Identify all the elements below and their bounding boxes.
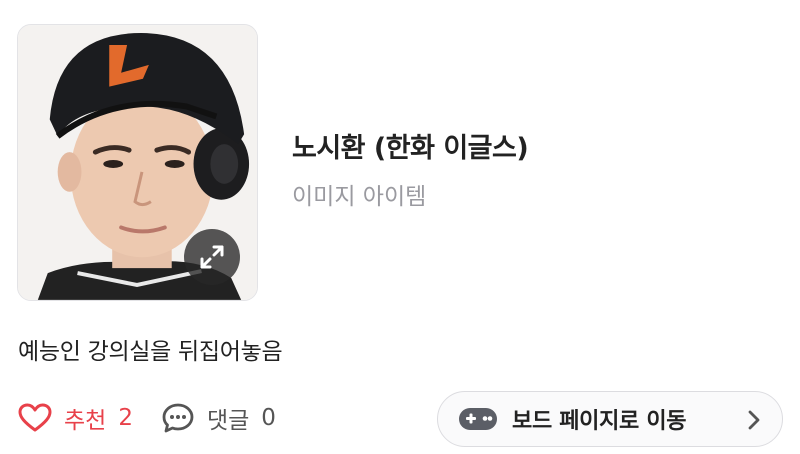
expand-icon	[200, 245, 224, 269]
item-image-card[interactable]	[17, 24, 258, 301]
recommend-count: 2	[118, 405, 133, 431]
post-text: 예능인 강의실을 뒤집어놓음	[18, 339, 283, 365]
recommend-label: 추천	[64, 408, 107, 434]
recommend-button[interactable]: 추천 2	[18, 401, 133, 435]
comment-button[interactable]: 댓글 0	[161, 401, 276, 435]
item-info: 노시환 (한화 이글스) 이미지 아이템	[292, 126, 529, 211]
post-actions: 추천 2 댓글 0	[18, 392, 276, 444]
go-to-board-label: 보드 페이지로 이동	[512, 409, 687, 434]
item-type: 이미지 아이템	[292, 184, 427, 210]
comment-bubble-icon	[162, 403, 194, 433]
item-name: 노시환 (한화 이글스)	[292, 133, 529, 164]
gamepad-icon	[459, 408, 497, 430]
comment-count: 0	[261, 405, 276, 431]
expand-image-button[interactable]	[184, 229, 240, 285]
comment-label: 댓글	[206, 408, 250, 434]
chevron-right-icon	[748, 410, 760, 430]
go-to-board-button[interactable]: 보드 페이지로 이동	[437, 391, 783, 447]
heart-icon	[18, 403, 52, 432]
